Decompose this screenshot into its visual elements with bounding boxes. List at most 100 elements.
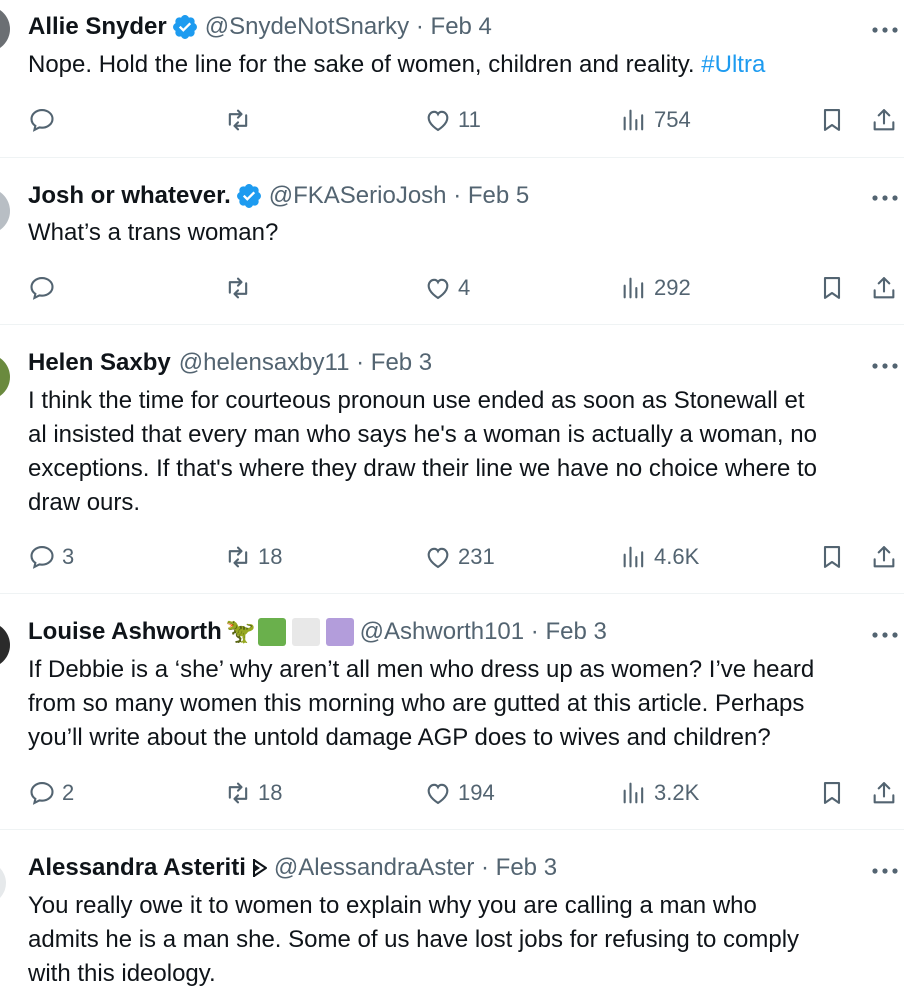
- separator-dot: ·: [356, 349, 365, 376]
- like-button[interactable]: 11: [424, 103, 481, 137]
- bookmark-button[interactable]: [818, 776, 846, 810]
- tweet-date[interactable]: Feb 4: [431, 12, 492, 42]
- retweet-arrows-icon: [228, 109, 248, 131]
- color-square-icon: [325, 618, 354, 646]
- action-bar: 4 292: [0, 271, 904, 305]
- retweet-arrows-icon: [228, 277, 248, 299]
- author-name[interactable]: Helen Saxby: [28, 348, 171, 378]
- more-options-button[interactable]: [870, 358, 900, 369]
- avatar[interactable]: [0, 354, 10, 400]
- share-button[interactable]: [870, 540, 898, 574]
- like-button[interactable]: 231: [424, 540, 495, 574]
- bookmark-icon: [823, 109, 841, 131]
- heart-icon: [427, 278, 449, 300]
- share-button[interactable]: [870, 271, 898, 305]
- author-name[interactable]: Josh or whatever.: [28, 181, 231, 211]
- like-button[interactable]: 194: [424, 776, 495, 810]
- views-button[interactable]: 754: [620, 103, 691, 137]
- bookmark-button[interactable]: [818, 271, 846, 305]
- reply-button[interactable]: [28, 271, 62, 305]
- dinosaur-emoji-icon: 🦖: [225, 618, 256, 645]
- separator-dot: ·: [481, 854, 489, 881]
- hashtag-link[interactable]: #Ultra: [701, 51, 765, 78]
- author-name[interactable]: Louise Ashworth: [28, 617, 222, 647]
- retweet-button[interactable]: [224, 271, 258, 305]
- reply-button[interactable]: 2: [28, 776, 74, 810]
- tweet-header: Louise Ashworth 🦖 @Ashworth101 · Feb 3: [28, 617, 607, 647]
- separator-dot: ·: [453, 182, 462, 209]
- reply-button[interactable]: [28, 103, 62, 137]
- ellipsis-icon: [872, 632, 898, 638]
- author-handle[interactable]: @helensaxby11: [179, 348, 350, 378]
- verified-badge-icon: [172, 15, 197, 39]
- tweet-header: Alessandra Asteriti @AlessandraAster · F…: [28, 853, 557, 883]
- speech-bubble-icon: [30, 546, 54, 569]
- share-button[interactable]: [870, 103, 898, 137]
- tweet-divider: [0, 324, 904, 325]
- ellipsis-icon: [872, 195, 898, 201]
- tweet-header: Helen Saxby @helensaxby11 · Feb 3: [28, 348, 432, 378]
- color-square-icon: [257, 618, 286, 646]
- ellipsis-icon: [872, 363, 898, 369]
- author-name[interactable]: Allie Snyder: [28, 12, 167, 42]
- bar-chart-icon: [623, 109, 644, 131]
- tweet-text: What’s a trans woman?: [28, 219, 279, 246]
- tweet-divider: [0, 829, 904, 830]
- action-bar: 2 18 194 3.2K: [0, 776, 904, 810]
- author-handle[interactable]: @AlessandraAster: [274, 853, 474, 883]
- retweet-button[interactable]: 18: [224, 540, 282, 574]
- ellipsis-icon: [872, 868, 898, 874]
- color-square-icon: [291, 618, 320, 646]
- bookmark-button[interactable]: [818, 103, 846, 137]
- more-options-button[interactable]: [870, 22, 900, 33]
- author-handle[interactable]: @Ashworth101: [360, 617, 524, 647]
- views-button[interactable]: 292: [620, 271, 691, 305]
- speech-bubble-icon: [30, 277, 54, 300]
- speech-bubble-icon: [30, 782, 54, 805]
- tweet-date[interactable]: Feb 3: [371, 348, 432, 378]
- tweet-header: Josh or whatever. @FKASerioJosh · Feb 5: [28, 181, 529, 211]
- bookmark-icon: [823, 546, 841, 568]
- author-name[interactable]: Alessandra Asteriti: [28, 853, 246, 883]
- views-button[interactable]: 3.2K: [620, 776, 699, 810]
- separator-dot: ·: [530, 618, 539, 645]
- avatar[interactable]: [0, 6, 10, 52]
- flag-mark-icon: [252, 859, 267, 877]
- tweet-date[interactable]: Feb 3: [545, 617, 606, 647]
- author-handle[interactable]: @SnydeNotSnarky: [205, 12, 409, 42]
- author-handle[interactable]: @FKASerioJosh: [269, 181, 447, 211]
- heart-icon: [427, 110, 449, 132]
- retweet-button[interactable]: 18: [224, 776, 282, 810]
- tweet-date[interactable]: Feb 5: [468, 181, 529, 211]
- share-upload-icon: [873, 277, 895, 299]
- reply-button[interactable]: 3: [28, 540, 74, 574]
- action-bar: 3 18 231 4.6K: [0, 540, 904, 574]
- tweet-text: Nope. Hold the line for the sake of wome…: [28, 51, 766, 78]
- like-button[interactable]: 4: [424, 271, 470, 305]
- share-upload-icon: [873, 782, 895, 804]
- bar-chart-icon: [623, 277, 644, 299]
- avatar[interactable]: [0, 860, 6, 906]
- separator-dot: ·: [415, 13, 424, 40]
- bookmark-icon: [823, 277, 841, 299]
- heart-icon: [427, 547, 449, 569]
- retweet-arrows-icon: [228, 546, 248, 568]
- tweet-header: Allie Snyder @SnydeNotSnarky · Feb 4: [28, 12, 492, 42]
- tweet-divider: [0, 593, 904, 594]
- tweet-text: I think the time for courteous pronoun u…: [28, 387, 818, 516]
- views-button[interactable]: 4.6K: [620, 540, 699, 574]
- ellipsis-icon: [872, 27, 898, 33]
- avatar[interactable]: [0, 188, 10, 234]
- avatar[interactable]: [0, 622, 10, 668]
- verified-badge-icon: [236, 184, 261, 208]
- more-options-button[interactable]: [870, 627, 900, 638]
- retweet-button[interactable]: [224, 103, 258, 137]
- share-button[interactable]: [870, 776, 898, 810]
- more-options-button[interactable]: [870, 863, 900, 874]
- bar-chart-icon: [623, 546, 644, 568]
- more-options-button[interactable]: [870, 190, 900, 201]
- retweet-arrows-icon: [228, 782, 248, 804]
- share-upload-icon: [873, 546, 895, 568]
- bookmark-button[interactable]: [818, 540, 846, 574]
- tweet-date[interactable]: Feb 3: [496, 853, 557, 883]
